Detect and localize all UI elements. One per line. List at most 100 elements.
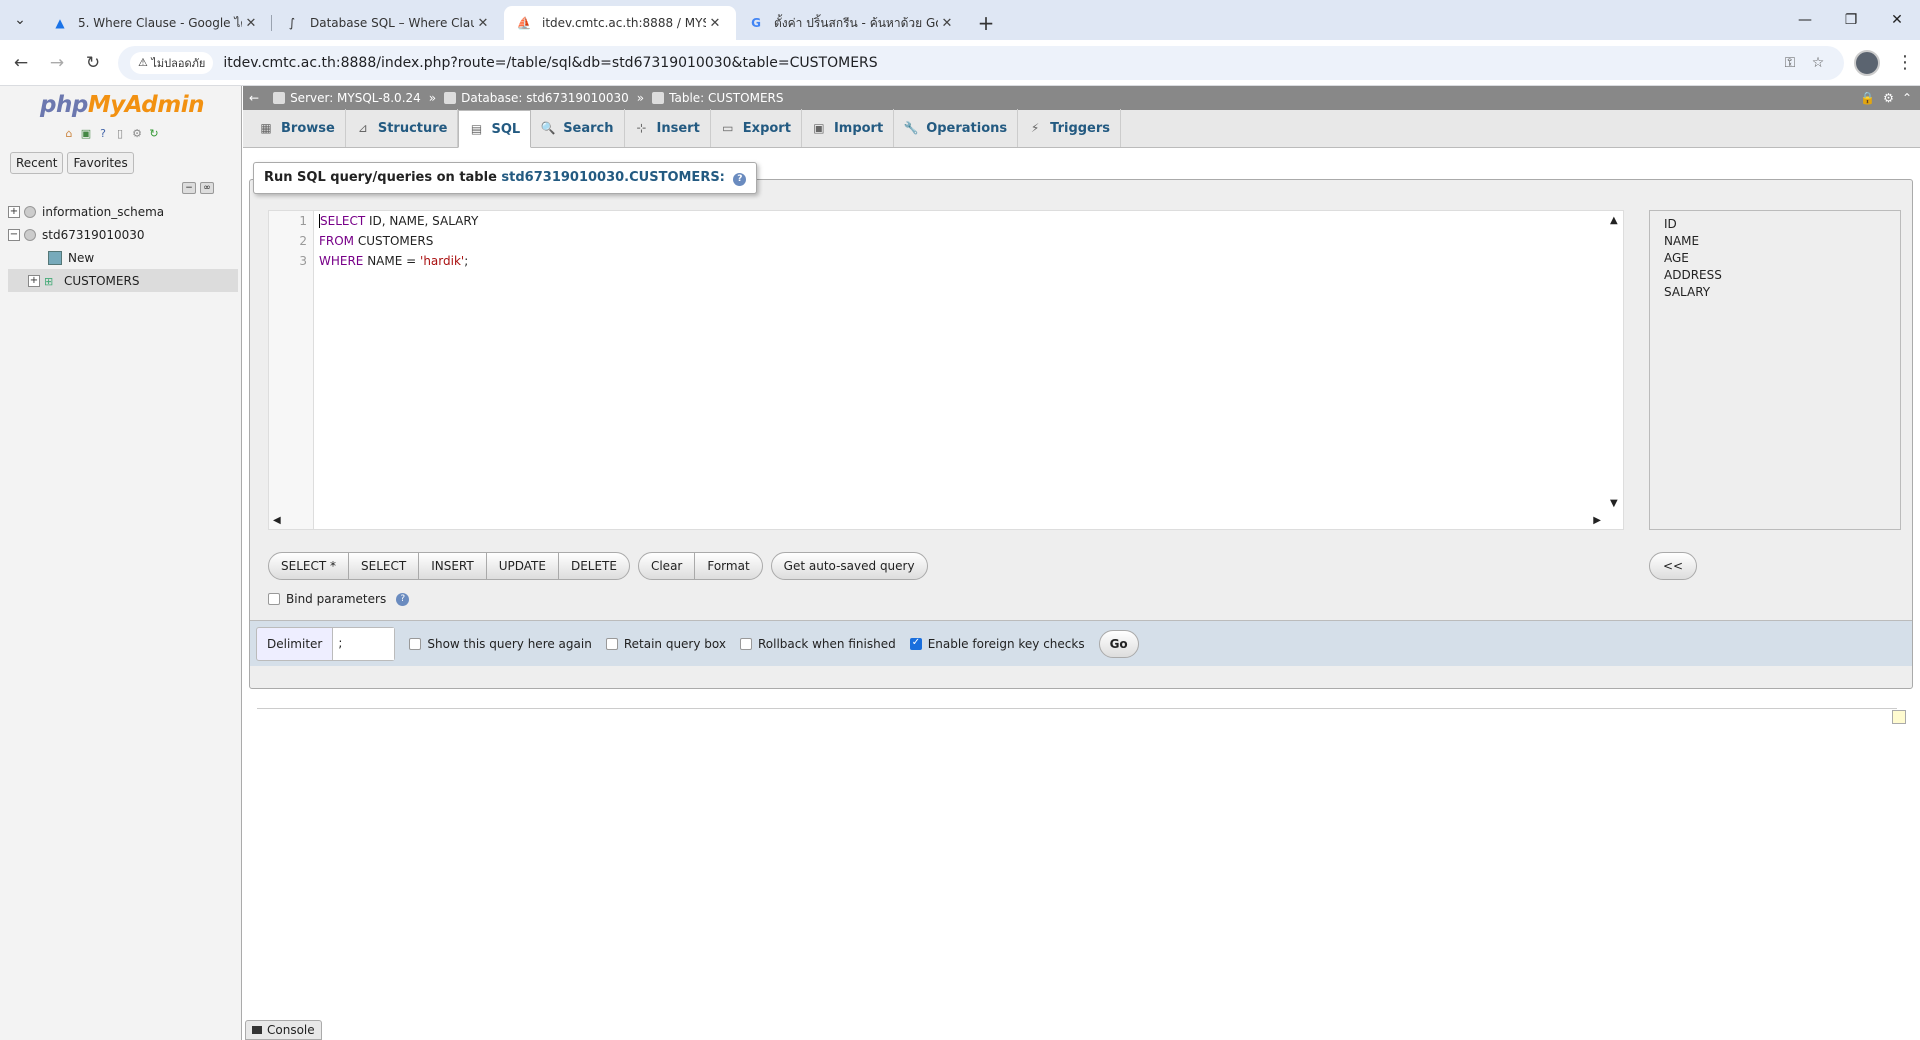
lock-icon[interactable]: 🔒 [1860,91,1875,105]
insert-column-button[interactable]: << [1649,552,1698,580]
link-with-main-icon[interactable]: ∞ [200,182,214,194]
vertical-scrollbar[interactable]: ▲ ▼ [1607,211,1623,529]
bookmark-query-icon[interactable] [1892,710,1906,724]
help-icon[interactable]: ? [396,592,410,606]
browser-tab-phpmyadmin[interactable]: ⛵ itdev.cmtc.ac.th:8888 / MYSQL- ✕ [504,6,736,40]
foreign-key-option[interactable]: Enable foreign key checks [909,637,1085,651]
close-icon[interactable]: ✕ [938,16,956,31]
retain-query-checkbox[interactable] [605,637,618,650]
browser-tab-database-sql[interactable]: ∫ Database SQL – Where Clause / ✕ [272,6,504,40]
favorites-tab[interactable]: Favorites [67,152,134,174]
minimize-icon[interactable]: — [1782,0,1828,40]
retain-query-option[interactable]: Retain query box [605,637,726,651]
browser-tab-google-search[interactable]: G ตั้งค่า ปริ้นสกรีน - ค้นหาด้วย Googl ✕ [736,6,968,40]
column-option[interactable]: NAME [1664,234,1886,251]
phpmyadmin-logo[interactable]: phpMyAdmin [40,92,204,118]
collapse-icon[interactable]: − [8,228,20,241]
back-icon[interactable]: ← [6,48,36,78]
refresh-icon[interactable]: ↻ [147,126,161,140]
scroll-left-icon[interactable]: ◀ [273,515,281,526]
breadcrumb-database[interactable]: Database: std67319010030 [444,91,629,105]
tree-item-new[interactable]: New [8,246,238,269]
restore-icon[interactable]: ❐ [1828,0,1874,40]
tab-import[interactable]: ▣ Import [802,109,895,147]
collapse-all-icon[interactable]: − [182,182,196,194]
get-auto-saved-query-button[interactable]: Get auto-saved query [772,553,927,579]
tab-search[interactable]: 🔍 Search [531,109,625,147]
forward-icon[interactable]: → [42,48,72,78]
reload-icon[interactable]: ↻ [78,48,108,78]
rollback-option[interactable]: Rollback when finished [739,637,896,651]
close-icon[interactable]: ✕ [706,16,724,31]
delimiter-input[interactable]: ; [332,627,395,660]
new-tab-icon[interactable]: + [968,6,1004,40]
scroll-right-icon[interactable]: ▶ [1593,515,1601,526]
tree-item-label[interactable]: CUSTOMERS [64,274,139,288]
column-option[interactable]: AGE [1664,251,1886,268]
password-key-icon[interactable]: ⚿ [1776,55,1804,71]
help-icon[interactable]: ? [96,126,110,140]
tab-sql[interactable]: ▤ SQL [458,110,532,148]
close-window-icon[interactable]: ✕ [1874,0,1920,40]
expand-icon[interactable]: + [8,205,20,218]
select-all-button[interactable]: SELECT * [269,553,349,579]
collapse-top-icon[interactable]: ⌃ [1902,91,1912,105]
bookmark-star-icon[interactable]: ☆ [1804,55,1832,71]
security-warning[interactable]: ⚠ ไม่ปลอดภัย [130,51,214,74]
show-query-checkbox[interactable] [409,637,422,650]
breadcrumb-table[interactable]: Table: CUSTOMERS [652,91,783,105]
format-button[interactable]: Format [695,553,761,579]
go-button[interactable]: Go [1098,629,1139,658]
breadcrumb-server[interactable]: Server: MYSQL-8.0.24 [273,91,421,105]
tree-item-label[interactable]: std67319010030 [42,228,145,242]
profile-avatar[interactable] [1854,49,1880,76]
tab-triggers[interactable]: ⚡ Triggers [1018,109,1122,147]
tree-item-label[interactable]: New [68,251,94,265]
update-button[interactable]: UPDATE [487,553,559,579]
tab-search-icon[interactable]: ⌄ [0,0,40,40]
expand-icon[interactable]: + [28,274,40,287]
collapse-sidebar-icon[interactable]: ← [249,91,259,105]
tab-browse[interactable]: ▦ Browse [249,109,346,147]
browser-tab-drive[interactable]: ▲ 5. Where Clause - Google ไดรฟ์ ✕ [40,6,272,40]
scroll-down-icon[interactable]: ▼ [1610,498,1618,509]
close-icon[interactable]: ✕ [242,16,260,31]
select-button[interactable]: SELECT [349,553,420,579]
logout-icon[interactable]: ▣ [79,126,93,140]
delete-button[interactable]: DELETE [559,553,629,579]
console-toggle[interactable]: Console [245,1020,322,1040]
bind-parameters-checkbox[interactable] [268,593,280,605]
url-field[interactable]: ⚠ ไม่ปลอดภัย itdev.cmtc.ac.th:8888/index… [118,45,1844,80]
tab-structure[interactable]: ⊿ Structure [346,109,459,147]
rollback-checkbox[interactable] [739,637,752,650]
settings-gear-icon[interactable]: ⚙ [130,126,144,140]
columns-list[interactable]: ID NAME AGE ADDRESS SALARY [1649,210,1901,530]
column-option[interactable]: SALARY [1664,285,1886,302]
tree-item-information-schema[interactable]: + information_schema [8,200,238,223]
column-option[interactable]: ADDRESS [1664,268,1886,285]
foreign-key-checkbox[interactable] [909,637,922,650]
sql-editor[interactable]: 1 2 3 SELECT ID, NAME, SALARY FROM CUSTO… [268,210,1624,530]
settings-gear-icon[interactable]: ⚙ [1883,91,1894,105]
recent-tab[interactable]: Recent [10,152,64,174]
close-icon[interactable]: ✕ [474,16,492,31]
insert-button[interactable]: INSERT [419,553,487,579]
clear-button[interactable]: Clear [639,553,696,579]
browser-menu-icon[interactable]: ⋮ [1890,52,1920,73]
tree-item-label[interactable]: information_schema [42,205,164,219]
legend-table-link[interactable]: std67319010030.CUSTOMERS: [501,170,724,185]
tree-item-customers[interactable]: + ⊞ CUSTOMERS [8,269,238,292]
bind-parameters-label[interactable]: Bind parameters [286,592,386,606]
tab-export[interactable]: ▭ Export [711,109,802,147]
tab-insert[interactable]: ⊹ Insert [625,109,711,147]
show-query-option[interactable]: Show this query here again [409,637,592,651]
horizontal-scrollbar[interactable]: ◀ ▶ [269,515,1623,529]
docs-icon[interactable]: ▯ [113,126,127,140]
help-icon[interactable]: ? [733,173,747,186]
home-icon[interactable]: ⌂ [62,126,76,140]
scroll-up-icon[interactable]: ▲ [1610,215,1618,226]
tree-item-std-db[interactable]: − std67319010030 [8,223,238,246]
tab-operations[interactable]: 🔧 Operations [894,109,1019,147]
column-option[interactable]: ID [1664,217,1886,234]
code-area[interactable]: SELECT ID, NAME, SALARY FROM CUSTOMERS W… [319,211,478,271]
